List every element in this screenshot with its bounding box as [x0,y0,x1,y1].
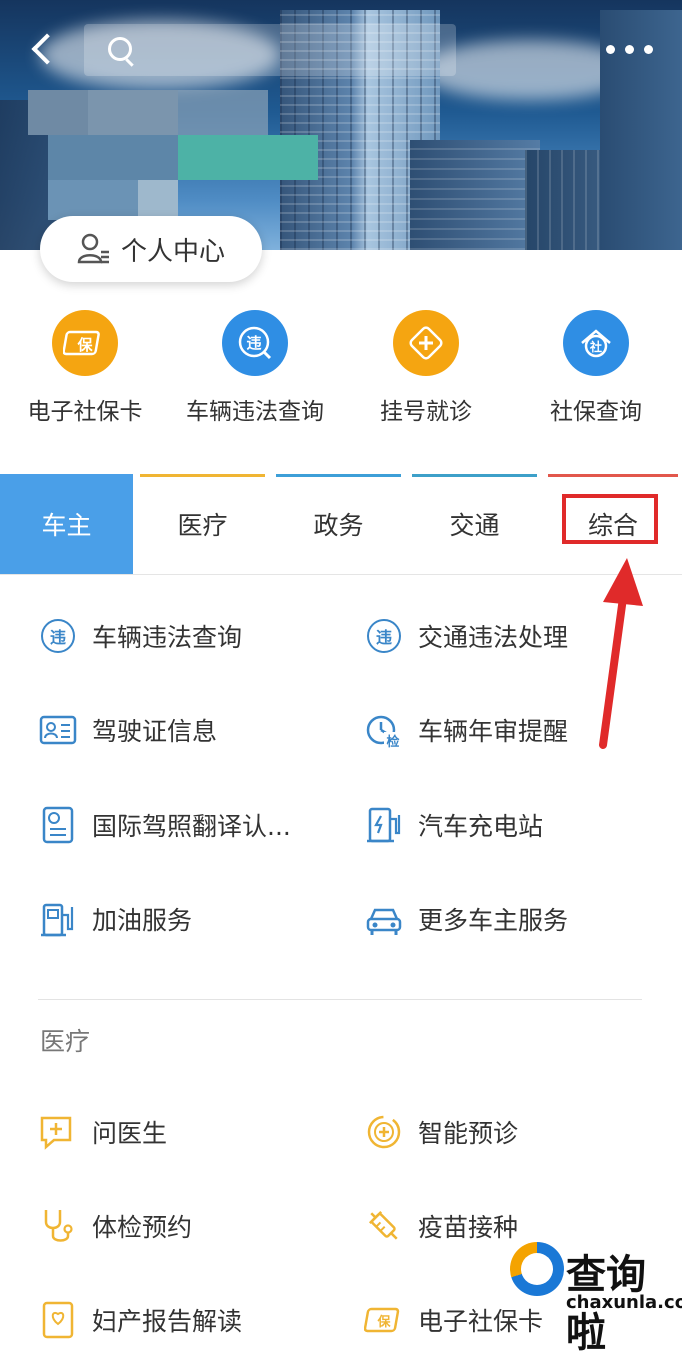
service-label: 汽车充电站 [418,812,544,841]
service-label: 加油服务 [92,906,193,935]
watermark-logo-icon [510,1242,564,1296]
service-vaccination[interactable]: 疫苗接种 [364,1196,518,1256]
violation-icon: 违 [38,616,78,656]
tab-medical[interactable]: 医疗 [136,474,269,574]
section-divider [38,999,642,1000]
svg-text:社: 社 [589,339,602,354]
service-traffic-violation-handling[interactable]: 违 交通违法处理 [364,606,568,666]
svg-text:违: 违 [246,334,261,352]
report-icon [38,1300,78,1340]
syringe-icon [364,1206,404,1246]
svg-text:保: 保 [76,336,93,354]
fuel-pump-icon [38,899,78,939]
service-label: 智能预诊 [418,1119,519,1148]
tab-label: 交通 [449,511,500,540]
watermark: 查询啦 chaxunla.com [506,1236,682,1356]
service-ask-doctor[interactable]: 问医生 [38,1102,167,1162]
search-icon [108,37,132,61]
tab-car-owner[interactable]: 车主 [0,474,133,574]
personal-center-label: 个人中心 [120,236,225,267]
service-label: 交通违法处理 [418,623,569,652]
service-label: 车辆年审提醒 [418,717,569,746]
charging-station-icon [364,805,404,845]
tab-label: 医疗 [177,511,228,540]
annual-check-icon: 检 [364,710,404,750]
violation-icon: 违 [222,310,288,376]
id-card-icon [38,710,78,750]
service-label: 妇产报告解读 [92,1307,243,1336]
social-card-icon: 保 [363,1300,404,1340]
quick-service-label: 车辆违法查询 [186,399,324,425]
annotation-highlight-box [562,494,658,544]
more-options-button[interactable] [602,40,658,60]
service-smart-diagnosis[interactable]: 智能预诊 [364,1102,518,1162]
user-profile-icon [77,233,109,264]
service-international-license[interactable]: 国际驾照翻译认... [38,795,291,855]
quick-service-social-query[interactable]: 社 社保查询 [511,310,681,426]
service-label: 疫苗接种 [418,1213,519,1242]
tab-government[interactable]: 政务 [272,474,405,574]
medical-cross-icon [393,310,459,376]
back-button[interactable] [28,30,58,70]
service-charging-station[interactable]: 汽车充电站 [364,795,543,855]
quick-services: 保 电子社保卡 违 车辆违法查询 挂号就诊 社 社保查询 [0,310,682,430]
service-vehicle-violation-query[interactable]: 违 车辆违法查询 [38,606,242,666]
quick-service-social-card[interactable]: 保 电子社保卡 [0,310,170,426]
violation-icon: 违 [364,616,404,656]
social-card-icon: 保 [52,310,118,376]
service-physical-exam[interactable]: 体检预约 [38,1196,192,1256]
service-annual-inspection-reminder[interactable]: 检 车辆年审提醒 [364,700,568,760]
service-driver-license-info[interactable]: 驾驶证信息 [38,700,217,760]
service-fuel[interactable]: 加油服务 [38,889,192,949]
car-icon [364,899,404,939]
tab-traffic[interactable]: 交通 [408,474,541,574]
search-input[interactable] [84,24,456,76]
service-label: 更多车主服务 [418,906,569,935]
service-more-car-owner[interactable]: 更多车主服务 [364,889,568,949]
smart-diagnosis-icon [364,1112,404,1152]
svg-text:检: 检 [386,734,399,750]
service-label: 问医生 [92,1119,168,1148]
quick-service-registration[interactable]: 挂号就诊 [341,310,511,426]
section-title-medical: 医疗 [40,1027,91,1056]
quick-service-label: 社保查询 [550,399,642,425]
document-icon [38,805,78,845]
stethoscope-icon [38,1206,78,1246]
service-label: 体检预约 [92,1213,193,1242]
tab-label: 车主 [41,511,92,540]
blurred-avatar [28,90,328,225]
svg-text:保: 保 [376,1314,391,1330]
tab-label: 政务 [313,511,364,540]
service-label: 车辆违法查询 [92,623,243,652]
service-label: 国际驾照翻译认... [92,812,291,841]
service-label: 驾驶证信息 [92,717,218,746]
quick-service-label: 电子社保卡 [27,399,143,425]
service-obstetric-report[interactable]: 妇产报告解读 [38,1290,242,1350]
header-banner [0,0,682,250]
watermark-url: chaxunla.com [566,1292,682,1313]
quick-service-label: 挂号就诊 [380,399,472,425]
quick-service-violation[interactable]: 违 车辆违法查询 [170,310,340,426]
social-query-icon: 社 [563,310,629,376]
chat-doctor-icon [38,1112,78,1152]
personal-center-button[interactable]: 个人中心 [40,216,262,282]
